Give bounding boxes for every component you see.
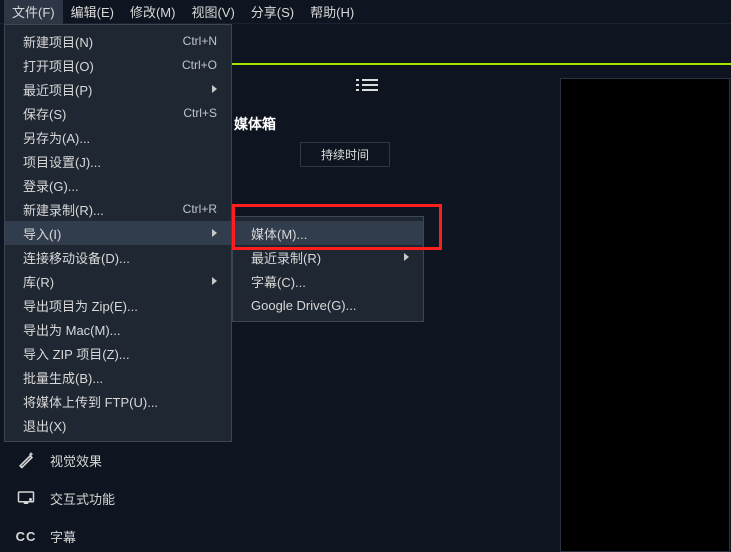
menu-item-export-mac[interactable]: 导出为 Mac(M)... bbox=[5, 317, 231, 341]
sidebar-item-cc[interactable]: CC 字幕 bbox=[14, 525, 76, 547]
menu-modify-label: 修改(M) bbox=[130, 5, 176, 20]
menu-item-upload-ftp[interactable]: 将媒体上传到 FTP(U)... bbox=[5, 389, 231, 413]
preview-panel bbox=[560, 78, 730, 552]
menu-item-library[interactable]: 库(R) bbox=[5, 269, 231, 293]
file-menu: 新建项目(N)Ctrl+N 打开项目(O)Ctrl+O 最近项目(P) 保存(S… bbox=[4, 24, 232, 442]
submenu-item-google-drive[interactable]: Google Drive(G)... bbox=[233, 293, 423, 317]
sidebar-vfx-label: 视觉效果 bbox=[50, 451, 102, 470]
cc-icon: CC bbox=[14, 525, 38, 547]
submenu-item-captions[interactable]: 字幕(C)... bbox=[233, 269, 423, 293]
chevron-right-icon bbox=[212, 229, 217, 237]
menu-share[interactable]: 分享(S) bbox=[243, 0, 302, 24]
import-submenu: 媒体(M)... 最近录制(R) 字幕(C)... Google Drive(G… bbox=[232, 216, 424, 322]
list-view-icon[interactable] bbox=[356, 78, 378, 92]
menu-item-new-recording[interactable]: 新建录制(R)...Ctrl+R bbox=[5, 197, 231, 221]
menu-item-new-project[interactable]: 新建项目(N)Ctrl+N bbox=[5, 29, 231, 53]
menu-file[interactable]: 文件(F) bbox=[4, 0, 63, 24]
sidebar-item-vfx[interactable]: 视觉效果 bbox=[14, 449, 102, 471]
menu-item-open-project[interactable]: 打开项目(O)Ctrl+O bbox=[5, 53, 231, 77]
column-duration[interactable]: 持续时间 bbox=[300, 142, 390, 167]
accent-line bbox=[232, 63, 731, 65]
interactive-icon bbox=[14, 487, 38, 509]
menu-edit-label: 编辑(E) bbox=[71, 5, 114, 20]
menu-item-connect-mobile[interactable]: 连接移动设备(D)... bbox=[5, 245, 231, 269]
submenu-item-media[interactable]: 媒体(M)... bbox=[233, 221, 423, 245]
chevron-right-icon bbox=[404, 253, 409, 261]
menu-help[interactable]: 帮助(H) bbox=[302, 0, 362, 24]
mediabox-title: 媒体箱 bbox=[234, 114, 276, 134]
menu-view[interactable]: 视图(V) bbox=[183, 0, 242, 24]
menu-item-exit[interactable]: 退出(X) bbox=[5, 413, 231, 437]
sidebar-interactive-label: 交互式功能 bbox=[50, 489, 115, 508]
chevron-right-icon bbox=[212, 85, 217, 93]
menu-file-label: 文件(F) bbox=[12, 5, 55, 20]
panel-tabs bbox=[232, 74, 552, 96]
menu-help-label: 帮助(H) bbox=[310, 5, 354, 20]
menu-share-label: 分享(S) bbox=[251, 5, 294, 20]
menu-item-export-zip[interactable]: 导出项目为 Zip(E)... bbox=[5, 293, 231, 317]
menu-item-recent-projects[interactable]: 最近项目(P) bbox=[5, 77, 231, 101]
menu-item-batch[interactable]: 批量生成(B)... bbox=[5, 365, 231, 389]
menu-item-sign-in[interactable]: 登录(G)... bbox=[5, 173, 231, 197]
menu-item-import[interactable]: 导入(I) bbox=[5, 221, 231, 245]
sidebar-cc-label: 字幕 bbox=[50, 527, 76, 546]
menu-item-save[interactable]: 保存(S)Ctrl+S bbox=[5, 101, 231, 125]
cc-badge-text: CC bbox=[16, 529, 37, 544]
menu-item-project-settings[interactable]: 项目设置(J)... bbox=[5, 149, 231, 173]
menu-edit[interactable]: 编辑(E) bbox=[63, 0, 122, 24]
chevron-right-icon bbox=[212, 277, 217, 285]
wand-icon bbox=[14, 449, 38, 471]
menu-modify[interactable]: 修改(M) bbox=[122, 0, 184, 24]
submenu-item-recent-recordings[interactable]: 最近录制(R) bbox=[233, 245, 423, 269]
menubar: 文件(F) 编辑(E) 修改(M) 视图(V) 分享(S) 帮助(H) bbox=[0, 0, 731, 24]
sidebar-item-interactive[interactable]: 交互式功能 bbox=[14, 487, 115, 509]
menu-item-save-as[interactable]: 另存为(A)... bbox=[5, 125, 231, 149]
menu-item-import-zip[interactable]: 导入 ZIP 项目(Z)... bbox=[5, 341, 231, 365]
menu-view-label: 视图(V) bbox=[191, 5, 234, 20]
